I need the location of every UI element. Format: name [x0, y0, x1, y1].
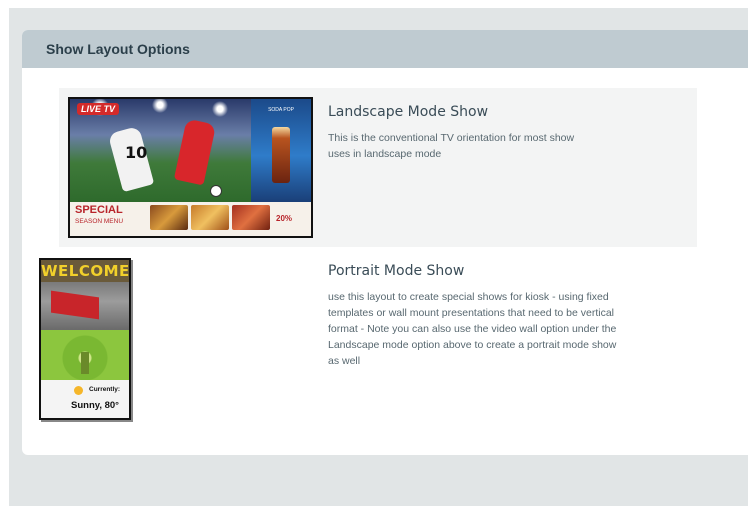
tree-trunk	[81, 352, 89, 374]
player-number: 10	[125, 143, 148, 162]
food-image-burger	[150, 205, 188, 230]
sun-icon	[74, 386, 83, 395]
panel-title: Show Layout Options	[46, 41, 190, 57]
drink-label: SODA POP	[268, 107, 294, 113]
weather-panel: Currently: Sunny, 80°	[41, 380, 129, 418]
landscape-option-row[interactable]: 10 LIVE TV SODA POP SPECIAL SEASON MENU …	[59, 88, 697, 247]
landscape-thumbnail[interactable]: 10 LIVE TV SODA POP SPECIAL SEASON MENU …	[68, 97, 313, 238]
discount-text: 20%	[276, 214, 293, 223]
live-tv-badge: LIVE TV	[77, 103, 120, 115]
landscape-option-text: Landscape Mode Show This is the conventi…	[328, 104, 578, 162]
food-image-fries	[191, 205, 229, 230]
soccer-ball	[210, 185, 222, 197]
portrait-thumbnail[interactable]: WELCOME Currently: Sunny, 80°	[39, 258, 131, 420]
weather-value: Sunny, 80°	[71, 400, 119, 411]
page-background: Show Layout Options 10 LIVE TV SODA POP …	[9, 8, 748, 506]
portrait-option-description: use this layout to create special shows …	[328, 291, 617, 367]
drink-ad: SODA POP	[251, 99, 311, 202]
menu-banner: SPECIAL SEASON MENU 20%	[70, 202, 311, 236]
season-menu-text: SEASON MENU	[75, 218, 124, 225]
special-text: SPECIAL	[75, 204, 123, 216]
welcome-banner: WELCOME	[41, 260, 130, 282]
drink-glass	[272, 127, 290, 183]
food-image-dish	[232, 205, 270, 230]
panel-header: Show Layout Options	[22, 30, 748, 68]
portrait-option-title[interactable]: Portrait Mode Show	[328, 263, 628, 279]
landscape-option-description: This is the conventional TV orientation …	[328, 132, 575, 160]
weather-currently-label: Currently:	[89, 386, 121, 393]
portrait-option-row[interactable]: Portrait Mode Show use this layout to cr…	[59, 252, 697, 442]
portrait-option-text: Portrait Mode Show use this layout to cr…	[328, 263, 628, 369]
landscape-option-title[interactable]: Landscape Mode Show	[328, 104, 578, 120]
